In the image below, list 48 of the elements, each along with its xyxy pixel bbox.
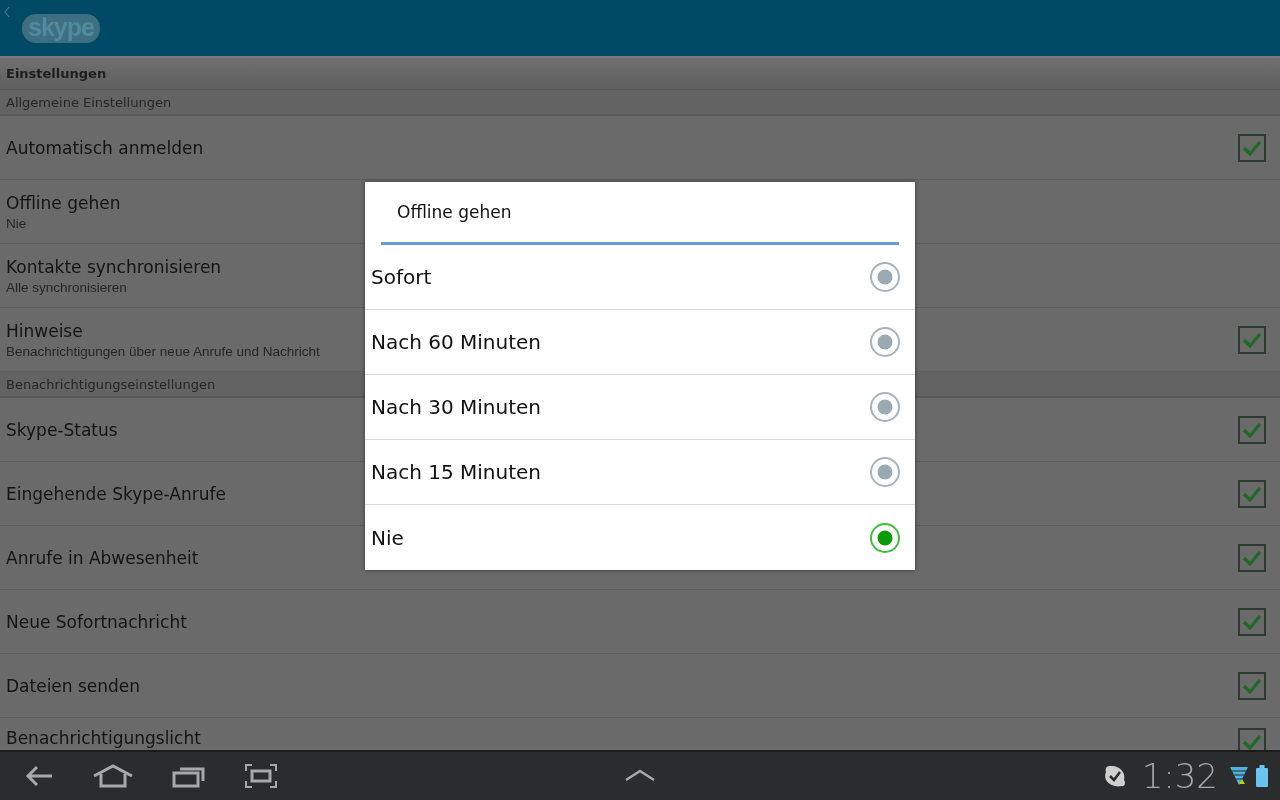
setting-title: Kontakte synchronisieren [6,256,222,277]
checkbox[interactable] [1238,479,1266,508]
category-header: Einstellungen [0,56,1280,90]
option-item[interactable]: Sofort [365,245,915,310]
checkbox[interactable] [1238,415,1266,444]
option-label: Sofort [371,265,432,289]
radio-button[interactable] [869,456,901,488]
setting-summary: Benachrichtigungen über neue Anrufe und Nachricht [6,343,320,359]
radio-button[interactable] [869,326,901,358]
skype-check-icon[interactable] [1103,765,1126,787]
setting-title: Automatisch anmelden [6,137,204,158]
setting-title: Offline gehen [6,192,121,213]
setting-title: Skype-Status [6,419,118,440]
setting-title: Eingehende Skype-Anrufe [6,483,226,504]
setting-title: Dateien senden [6,675,141,696]
radio-button[interactable] [869,391,901,423]
checkbox[interactable] [1238,671,1266,700]
home-icon[interactable] [92,764,134,788]
setting-summary: Alle synchronisieren [6,279,128,295]
option-label: Nie [371,525,404,550]
setting-title: Hinweise [6,320,84,341]
checkbox[interactable] [1238,728,1266,750]
back-chevron-icon[interactable] [4,6,10,18]
option-item[interactable]: Nach 15 Minuten [365,440,915,505]
option-item[interactable]: Nach 60 Minuten [365,310,915,375]
setting-title: Anrufe in Abwesenheit [6,547,199,568]
clock: 1:32 [1141,756,1218,796]
checkbox[interactable] [1238,133,1266,162]
battery-icon [1256,765,1268,787]
option-item[interactable]: Nach 30 Minuten [365,375,915,440]
back-icon[interactable] [24,764,54,788]
checkbox[interactable] [1238,325,1266,354]
screenshot-icon[interactable] [244,763,278,789]
option-item[interactable]: Nie [365,505,915,570]
option-label: Nach 30 Minuten [371,395,542,419]
setting-summary: Nie [6,215,28,231]
radio-button[interactable] [869,521,901,554]
setting-title: Benachrichtigungslicht [6,728,201,748]
checkbox[interactable] [1238,607,1266,636]
section-header: Allgemeine Einstellungen [0,90,1280,116]
caret-up-icon[interactable] [624,768,656,782]
dialog-title: Offline gehen [396,201,513,224]
option-label: Nach 60 Minuten [371,330,542,354]
radio-button[interactable] [869,261,901,293]
setting-title: Neue Sofortnachricht [6,611,187,632]
wifi-icon [1230,765,1248,787]
checkbox[interactable] [1238,543,1266,572]
option-label: Nach 15 Minuten [371,460,542,484]
